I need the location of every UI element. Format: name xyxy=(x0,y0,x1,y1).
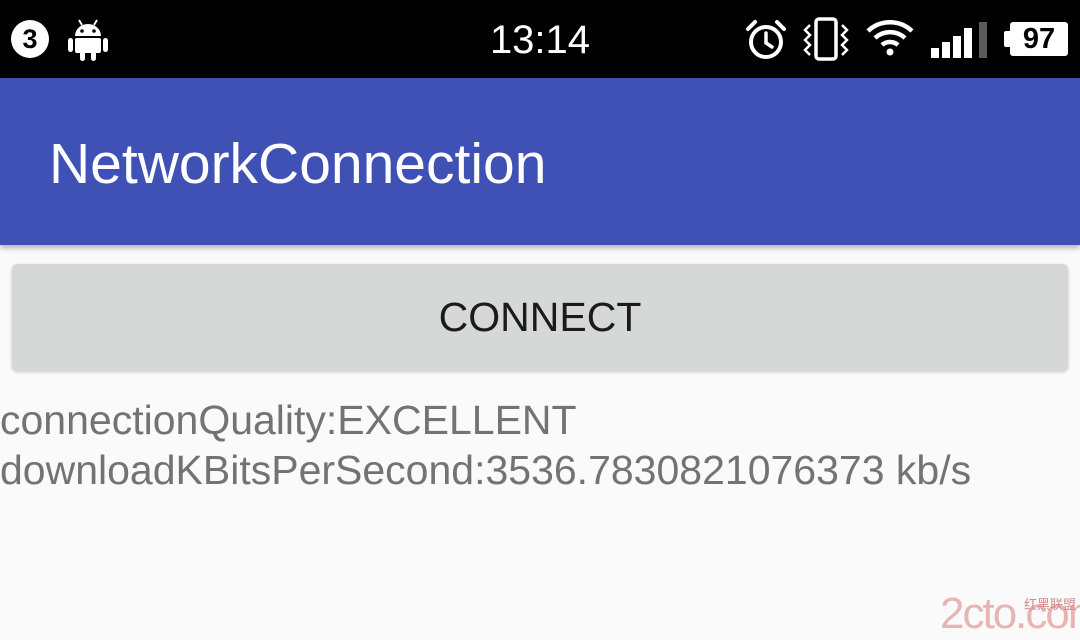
alarm-icon xyxy=(746,20,786,59)
vibrate-icon xyxy=(803,17,849,61)
connection-quality-text: connectionQuality:EXCELLENT xyxy=(0,397,577,443)
app-bar: NetworkConnection xyxy=(0,78,1080,245)
app-title: NetworkConnection xyxy=(49,132,547,196)
status-bar: 3 13:14 97 xyxy=(0,0,1080,78)
battery-level: 97 xyxy=(1010,22,1068,56)
status-clock: 13:14 xyxy=(489,18,591,62)
signal-icon xyxy=(931,22,987,58)
connect-button[interactable]: CONNECT xyxy=(12,264,1068,371)
watermark-logo: 2cto.com 红黑联盟 xyxy=(940,592,1080,640)
android-icon xyxy=(68,19,108,61)
notification-count-badge: 3 xyxy=(11,20,49,58)
wifi-icon xyxy=(866,20,914,56)
download-speed-text: downloadKBitsPerSecond:3536.783082107637… xyxy=(0,447,972,493)
watermark-sub-text: 红黑联盟 xyxy=(1023,597,1076,612)
battery-icon: 97 xyxy=(1004,22,1068,56)
